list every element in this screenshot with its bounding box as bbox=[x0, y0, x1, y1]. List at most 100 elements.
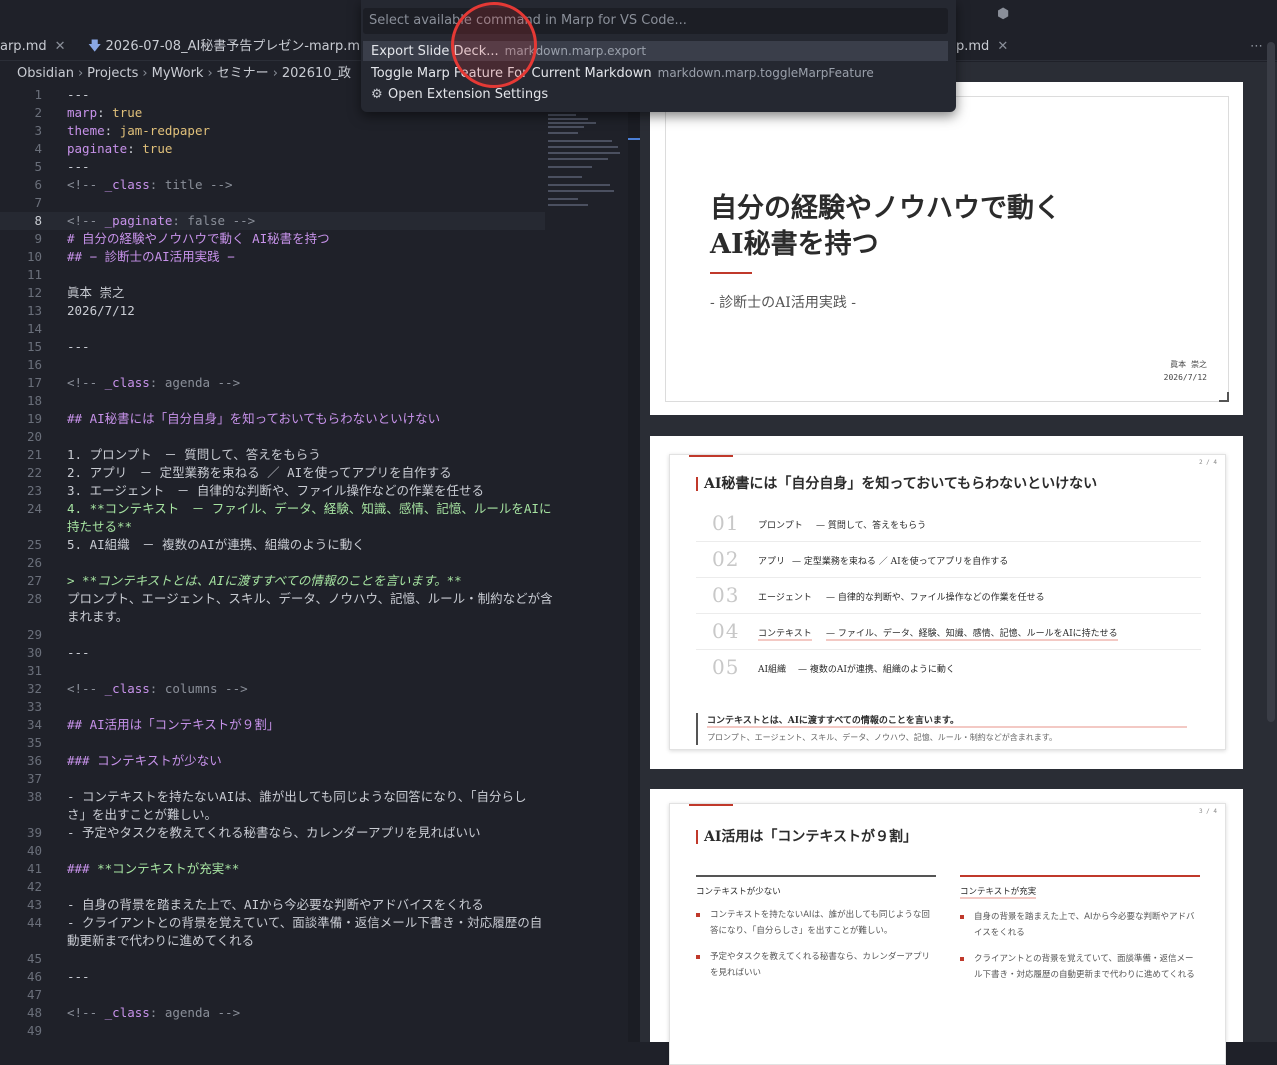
code-line[interactable]: 40 bbox=[0, 842, 545, 860]
code-line[interactable]: 9 # 自分の経験やノウハウで動く AI秘書を持つ bbox=[0, 230, 545, 248]
code-line[interactable]: 36 ### コンテキストが少ない bbox=[0, 752, 545, 770]
line-text: プロンプト、エージェント、スキル、データ、ノウハウ、記憶、ルール・制約などが含 bbox=[67, 591, 553, 606]
code-line[interactable]: 29 bbox=[0, 626, 545, 644]
title-rule bbox=[710, 272, 752, 274]
line-number: 26 bbox=[26, 555, 42, 570]
code-line[interactable]: 12 眞本 崇之 bbox=[0, 284, 545, 302]
line-number: 24 bbox=[26, 501, 42, 516]
line-text: --- bbox=[67, 969, 90, 984]
line-number: 14 bbox=[26, 321, 42, 336]
agenda-number: 01 bbox=[712, 511, 740, 535]
scroll-thumb[interactable] bbox=[628, 138, 640, 140]
breadcrumb-item[interactable]: Obsidian bbox=[17, 66, 74, 81]
code-line[interactable]: 21 1. プロンプト － 質問して、答えをもらう bbox=[0, 446, 545, 464]
code-line[interactable]: 10 ## − 診断士のAI活用実践 − bbox=[0, 248, 545, 266]
code-line[interactable]: 4 paginate: true bbox=[0, 140, 545, 158]
code-line[interactable]: 16 bbox=[0, 356, 545, 374]
click-highlight-circle bbox=[451, 2, 537, 88]
breadcrumb-item[interactable]: MyWork bbox=[152, 66, 204, 81]
code-line[interactable]: 19 ## AI秘書には「自分自身」を知っておいてもらわないといけない bbox=[0, 410, 545, 428]
code-line[interactable]: 3 theme: jam-redpaper bbox=[0, 122, 545, 140]
code-line[interactable]: 15 --- bbox=[0, 338, 545, 356]
code-line[interactable]: 41 ### **コンテキストが充実** bbox=[0, 860, 545, 878]
code-line[interactable]: 32 <!-- _class: columns --> bbox=[0, 680, 545, 698]
code-line[interactable]: 5 --- bbox=[0, 158, 545, 176]
line-text: 1. プロンプト － 質問して、答えをもらう bbox=[67, 447, 321, 462]
list-item: クライアントとの背景を覚えていて、面談準備・返信メール下書き・対応履歴の自動更新… bbox=[960, 951, 1200, 983]
code-line[interactable]: 47 bbox=[0, 986, 545, 1004]
code-line[interactable]: 13 2026/7/12 bbox=[0, 302, 545, 320]
preview-scrollbar[interactable] bbox=[1267, 42, 1275, 722]
breadcrumb-item[interactable]: セミナー bbox=[217, 66, 269, 81]
code-line[interactable]: 動更新まで代わりに進めてくれる bbox=[0, 932, 545, 950]
line-text: theme: jam-redpaper bbox=[67, 123, 211, 138]
code-line[interactable]: 24 4. **コンテキスト － ファイル、データ、経験、知識、感情、記憶、ルール… bbox=[0, 500, 552, 518]
code-line[interactable]: 25 5. AI組織 － 複数のAIが連携、組織のように動く bbox=[0, 536, 545, 554]
copilot-icon[interactable]: ⬢ bbox=[997, 6, 1011, 22]
code-line[interactable]: まれます。 bbox=[0, 608, 545, 626]
code-line[interactable]: 39 - 予定やタスクを教えてくれる秘書なら、カレンダーアプリを見ればいい bbox=[0, 824, 545, 842]
code-line[interactable]: 6 <!-- _class: title --> bbox=[0, 176, 545, 194]
line-text: - クライアントとの背景を覚えていて、面談準備・返信メール下書き・対応履歴の自 bbox=[67, 915, 543, 930]
code-line[interactable]: 46 --- bbox=[0, 968, 545, 986]
more-actions-icon[interactable]: ⋯ bbox=[1250, 34, 1263, 60]
code-line[interactable]: 17 <!-- _class: agenda --> bbox=[0, 374, 545, 392]
tab-label: p.md bbox=[956, 39, 990, 54]
agenda-desc: — 質問して、答えをもらう bbox=[816, 521, 927, 531]
code-line[interactable]: さ」を出すことが難しい。 bbox=[0, 806, 545, 824]
code-line[interactable]: 23 3. エージェント － 自律的な判断や、ファイル操作などの作業を任せる bbox=[0, 482, 545, 500]
code-line[interactable]: 22 2. アプリ － 定型業務を束ねる ／ AIを使ってアプリを自作する bbox=[0, 464, 545, 482]
line-text: ## AI秘書には「自分自身」を知っておいてもらわないといけない bbox=[67, 411, 441, 426]
code-line[interactable]: 28 プロンプト、エージェント、スキル、データ、ノウハウ、記憶、ルール・制約などが… bbox=[0, 590, 553, 608]
code-line[interactable]: 33 bbox=[0, 698, 545, 716]
code-line[interactable]: 44 - クライアントとの背景を覚えていて、面談準備・返信メール下書き・対応履歴の… bbox=[0, 914, 545, 932]
code-line[interactable]: 7 bbox=[0, 194, 545, 212]
line-text: --- bbox=[67, 159, 90, 174]
close-icon[interactable]: ✕ bbox=[997, 39, 1008, 54]
chevron-right-icon: › bbox=[142, 66, 148, 81]
slide-author: 眞本 崇之 bbox=[1170, 360, 1207, 369]
code-line[interactable]: 11 bbox=[0, 266, 545, 284]
code-line[interactable]: 35 bbox=[0, 734, 545, 752]
code-line[interactable]: 48 <!-- _class: agenda --> bbox=[0, 1004, 545, 1022]
line-text: marp: true bbox=[67, 105, 143, 120]
minimap[interactable] bbox=[548, 112, 628, 212]
close-icon[interactable]: ✕ bbox=[55, 39, 66, 54]
code-line[interactable]: 20 bbox=[0, 428, 545, 446]
slide-subtitle: - 診断士のAI活用実践 - bbox=[710, 295, 857, 311]
code-line[interactable]: 45 bbox=[0, 950, 545, 968]
breadcrumb-item[interactable]: 202610_政 bbox=[282, 66, 351, 81]
editor-scrollbar[interactable] bbox=[628, 86, 640, 1042]
code-line[interactable]: 8 <!-- _paginate: false --> bbox=[0, 212, 545, 230]
command-input[interactable]: Select available command in Marp for VS … bbox=[363, 8, 948, 34]
tab-preview[interactable]: p.md ✕ bbox=[956, 34, 1008, 60]
breadcrumb-item[interactable]: Projects bbox=[87, 66, 138, 81]
code-line[interactable]: 31 bbox=[0, 662, 545, 680]
line-number: 20 bbox=[26, 429, 42, 444]
code-line[interactable]: 42 bbox=[0, 878, 545, 896]
command-open-settings[interactable]: ⚙ Open Extension Settings bbox=[363, 85, 948, 105]
code-line[interactable]: 14 bbox=[0, 320, 545, 338]
slide-title: AI秘書には「自分自身」を知っておいてもらわないといけない bbox=[696, 477, 1097, 491]
slide-card: 3 / 4 AI活用は「コンテキストが９割」 コンテキストが少ない コンテキスト… bbox=[669, 803, 1226, 1065]
code-line[interactable]: 26 bbox=[0, 554, 545, 572]
line-text: 2. アプリ － 定型業務を束ねる ／ AIを使ってアプリを自作する bbox=[67, 465, 452, 480]
code-line[interactable]: 49 bbox=[0, 1022, 545, 1040]
code-line[interactable]: 18 bbox=[0, 392, 545, 410]
tab-active[interactable]: 🡇 2026-07-08_AI秘書予告プレゼン-marp.m bbox=[88, 34, 360, 60]
code-line[interactable]: 43 - 自身の背景を踏まえた上で、AIから今必要な判断やアドバイスをくれる bbox=[0, 896, 545, 914]
code-line[interactable]: 38 - コンテキストを持たないAIは、誰が出しても同じような回答になり、「自分ら… bbox=[0, 788, 545, 806]
line-text: ### コンテキストが少ない bbox=[67, 753, 222, 768]
line-text: 2026/7/12 bbox=[67, 303, 135, 318]
command-toggle-marp[interactable]: Toggle Marp Feature For Current Markdown… bbox=[363, 63, 948, 83]
tab-left[interactable]: arp.md ✕ bbox=[0, 34, 66, 60]
code-line[interactable]: 27 > **コンテキストとは、AIに渡すすべての情報のことを言います。** bbox=[0, 572, 545, 590]
agenda-label: プロンプト bbox=[758, 521, 803, 531]
code-editor[interactable]: 1 --- 2 marp: true 3 theme: jam-redpaper 4 pagi… bbox=[0, 86, 640, 1042]
line-number: 28 bbox=[26, 591, 42, 606]
code-line[interactable]: 37 bbox=[0, 770, 545, 788]
line-number: 39 bbox=[26, 825, 42, 840]
code-line[interactable]: 30 --- bbox=[0, 644, 545, 662]
code-line[interactable]: 持たせる** bbox=[0, 518, 545, 536]
code-line[interactable]: 34 ## AI活用は「コンテキストが９割」 bbox=[0, 716, 545, 734]
